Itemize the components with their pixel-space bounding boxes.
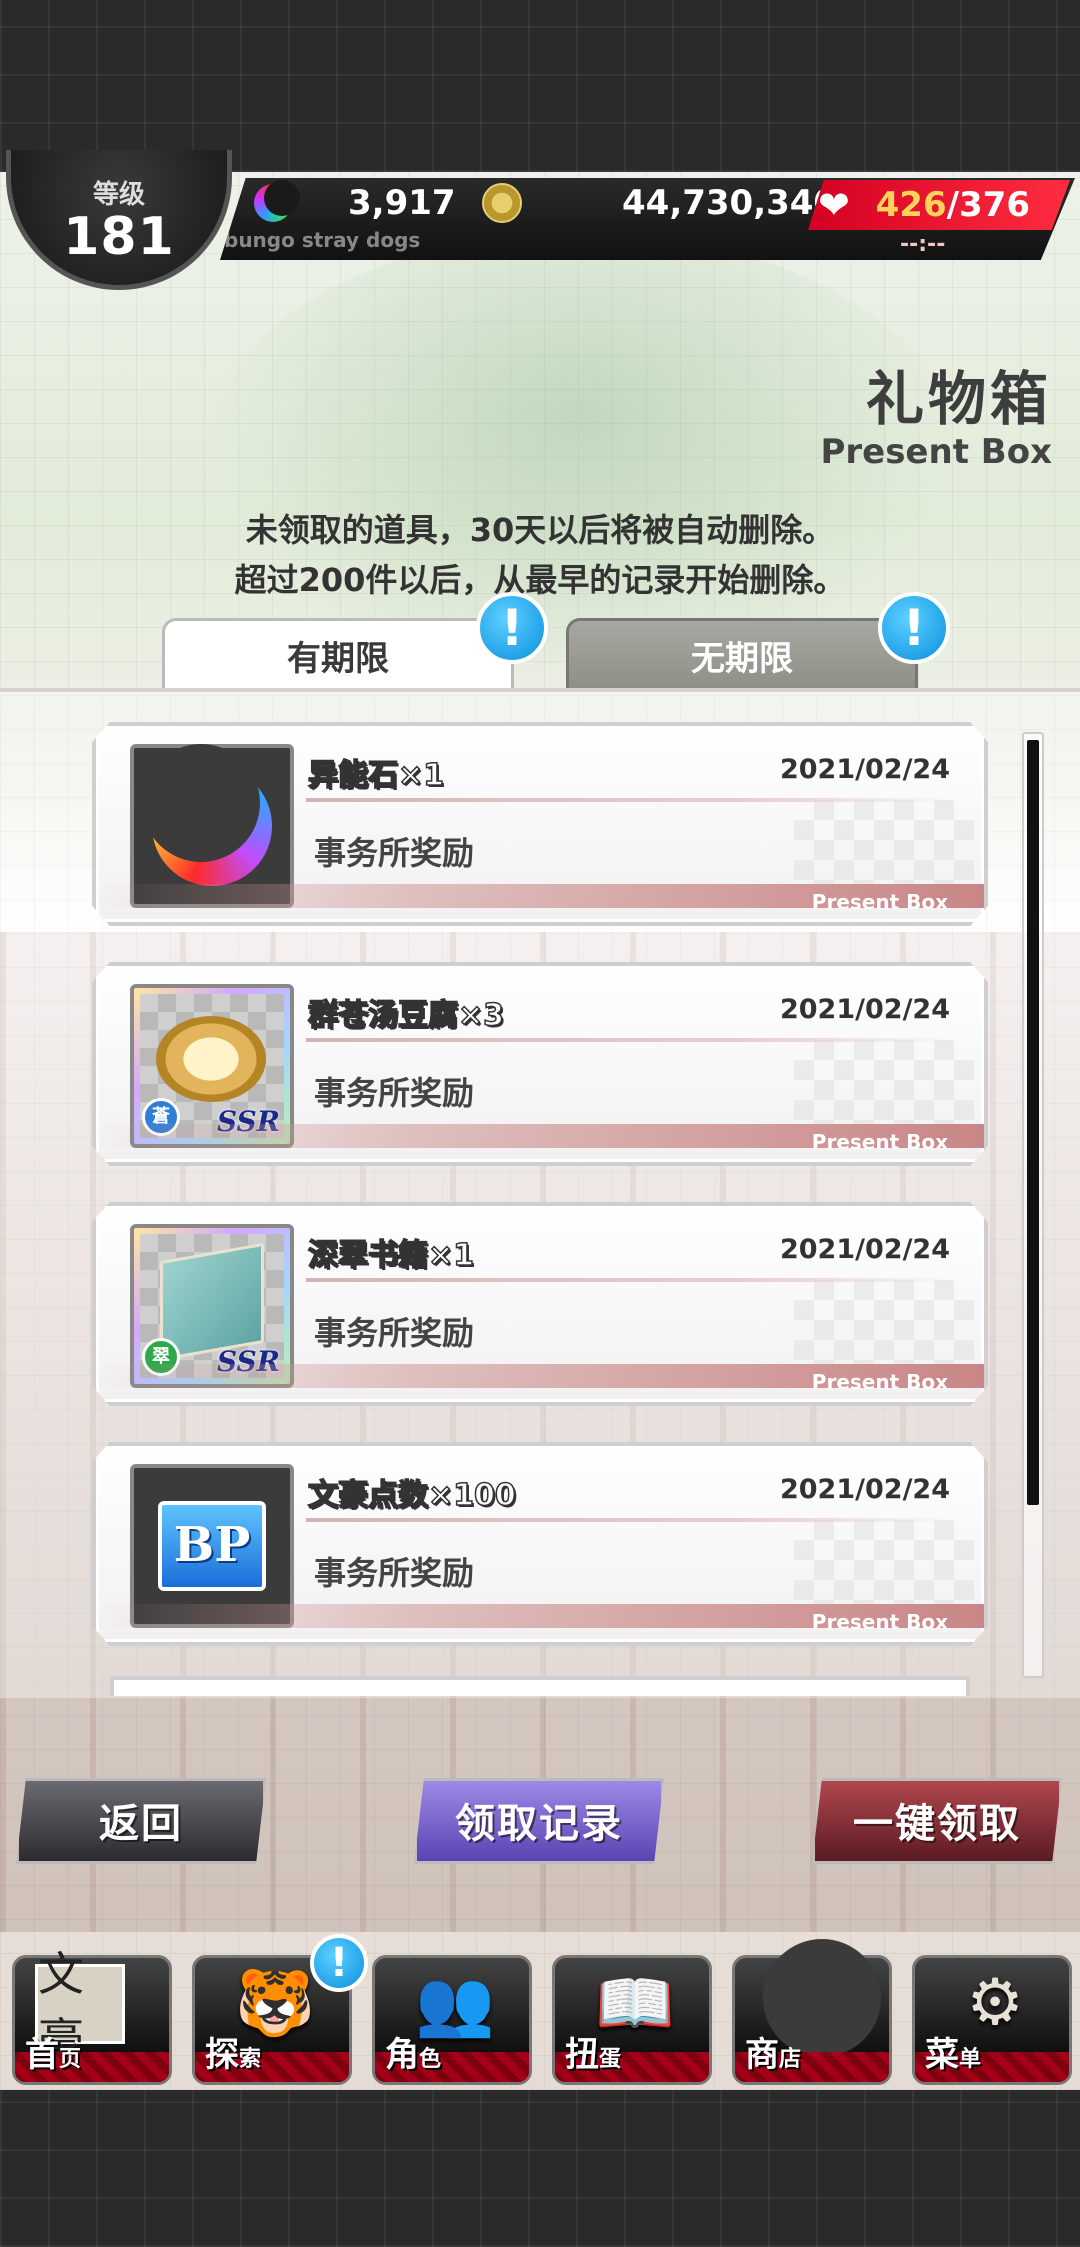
- item-name: 群苍汤豆腐×3: [307, 997, 505, 1034]
- present-item[interactable]: 翠 SSR 深翠书籍×1 2021/02/24 事务所奖励 Present Bo…: [92, 1202, 988, 1406]
- card-divider: [306, 1278, 954, 1282]
- tofu-pot-icon: [156, 1016, 266, 1102]
- nav-gacha[interactable]: 📖 扭蛋: [552, 1955, 712, 2085]
- ap-timer: --:--: [900, 232, 946, 257]
- present-list[interactable]: 异能石×1 2021/02/24 事务所奖励 Present Box 蒼 SSR…: [0, 692, 1080, 1698]
- item-icon-frame: [130, 744, 294, 908]
- card-divider: [306, 1518, 954, 1522]
- alert-icon: !: [476, 592, 548, 664]
- card-footer-label: Present Box: [811, 890, 948, 914]
- coin-count: 44,730,340: [622, 183, 838, 223]
- card-pattern: [794, 1280, 974, 1380]
- game-subtitle: bungo stray dogs: [224, 228, 421, 252]
- bottom-nav: 文豪 首页 🐯 探索 👥 角色 📖 扭蛋 商店 ⚙ 菜单: [0, 1935, 1080, 2090]
- item-icon-frame: BP: [130, 1464, 294, 1628]
- card-footer-label: Present Box: [811, 1610, 948, 1634]
- alert-icon: !: [878, 592, 950, 664]
- card-footer-label: Present Box: [811, 1130, 948, 1154]
- nav-label: 首页: [25, 2035, 82, 2075]
- page-title: 礼物箱: [865, 365, 1052, 433]
- item-date: 2021/02/24: [779, 1234, 950, 1265]
- gem-count: 3,917: [348, 183, 456, 223]
- present-item[interactable]: 异能石×1 2021/02/24 事务所奖励 Present Box: [92, 722, 988, 926]
- scrollbar-thumb[interactable]: [1027, 740, 1039, 1505]
- present-item[interactable]: 蒼 SSR 群苍汤豆腐×3 2021/02/24 事务所奖励 Present B…: [92, 962, 988, 1166]
- bp-book-icon: BP: [158, 1501, 266, 1591]
- bottom-frame: [0, 2090, 1080, 2247]
- item-description: 事务所奖励: [314, 1074, 475, 1112]
- attribute-badge: 蒼: [142, 1098, 180, 1136]
- nav-shop[interactable]: 商店: [732, 1939, 892, 2085]
- book-icon: [160, 1242, 264, 1362]
- level-value: 181: [63, 207, 175, 267]
- present-item-peek: [110, 1676, 970, 1696]
- tab-limited[interactable]: 有期限: [162, 618, 514, 690]
- claim-all-button[interactable]: 一键领取: [812, 1778, 1062, 1864]
- card-pattern: [794, 1520, 974, 1620]
- card-divider: [306, 1038, 954, 1042]
- nav-characters[interactable]: 👥 角色: [372, 1955, 532, 2085]
- nav-menu[interactable]: ⚙ 菜单: [912, 1955, 1072, 2085]
- nav-home[interactable]: 文豪 首页: [12, 1947, 172, 2085]
- nav-label: 扭蛋: [565, 2035, 622, 2075]
- item-name: 异能石×1: [307, 757, 445, 794]
- nav-label: 商店: [745, 2035, 802, 2075]
- notice-line-1: 未领取的道具，30天以后将被自动删除。: [245, 511, 835, 549]
- top-frame: [0, 0, 1080, 172]
- coin-counter[interactable]: 44,730,340: [482, 178, 837, 228]
- item-description: 事务所奖励: [314, 1314, 475, 1352]
- coin-icon: [482, 183, 522, 223]
- item-icon-frame: 蒼 SSR: [130, 984, 294, 1148]
- item-icon-frame: 翠 SSR: [130, 1224, 294, 1388]
- rarity-tag: SSR: [216, 1345, 280, 1378]
- card-divider: [306, 798, 954, 802]
- nav-label: 探索: [205, 2035, 262, 2075]
- attribute-badge: 翠: [142, 1338, 180, 1376]
- item-date: 2021/02/24: [779, 1474, 950, 1505]
- back-button[interactable]: 返回: [16, 1778, 266, 1864]
- ap-heart-icon: ❤: [818, 183, 850, 227]
- item-date: 2021/02/24: [779, 994, 950, 1025]
- ability-stone-icon: [142, 744, 272, 886]
- alert-icon: !: [310, 1934, 368, 1992]
- tab-unlimited[interactable]: 无期限: [566, 618, 918, 690]
- item-description: 事务所奖励: [314, 834, 475, 872]
- gem-counter[interactable]: 3,917: [254, 178, 456, 228]
- present-item[interactable]: BP 文豪点数×100 2021/02/24 事务所奖励 Present Box: [92, 1442, 988, 1646]
- ap-counter[interactable]: ❤ 426 /376: [808, 180, 1070, 230]
- card-footer-label: Present Box: [811, 1370, 948, 1394]
- ap-max: /376: [946, 185, 1030, 225]
- rarity-tag: SSR: [216, 1105, 280, 1138]
- card-pattern: [794, 1040, 974, 1140]
- card-pattern: [794, 800, 974, 900]
- item-description: 事务所奖励: [314, 1554, 475, 1592]
- item-date: 2021/02/24: [779, 754, 950, 785]
- level-label: 等级: [92, 180, 145, 210]
- item-name: 深翠书籍×1: [307, 1237, 475, 1274]
- page-subtitle: Present Box: [820, 432, 1052, 472]
- nav-label: 角色: [385, 2035, 442, 2075]
- ap-current: 426: [875, 185, 947, 225]
- ability-stone-icon: [254, 180, 300, 222]
- nav-label: 菜单: [925, 2035, 982, 2075]
- claim-history-button[interactable]: 领取记录: [414, 1778, 664, 1864]
- item-name: 文豪点数×100: [307, 1477, 516, 1514]
